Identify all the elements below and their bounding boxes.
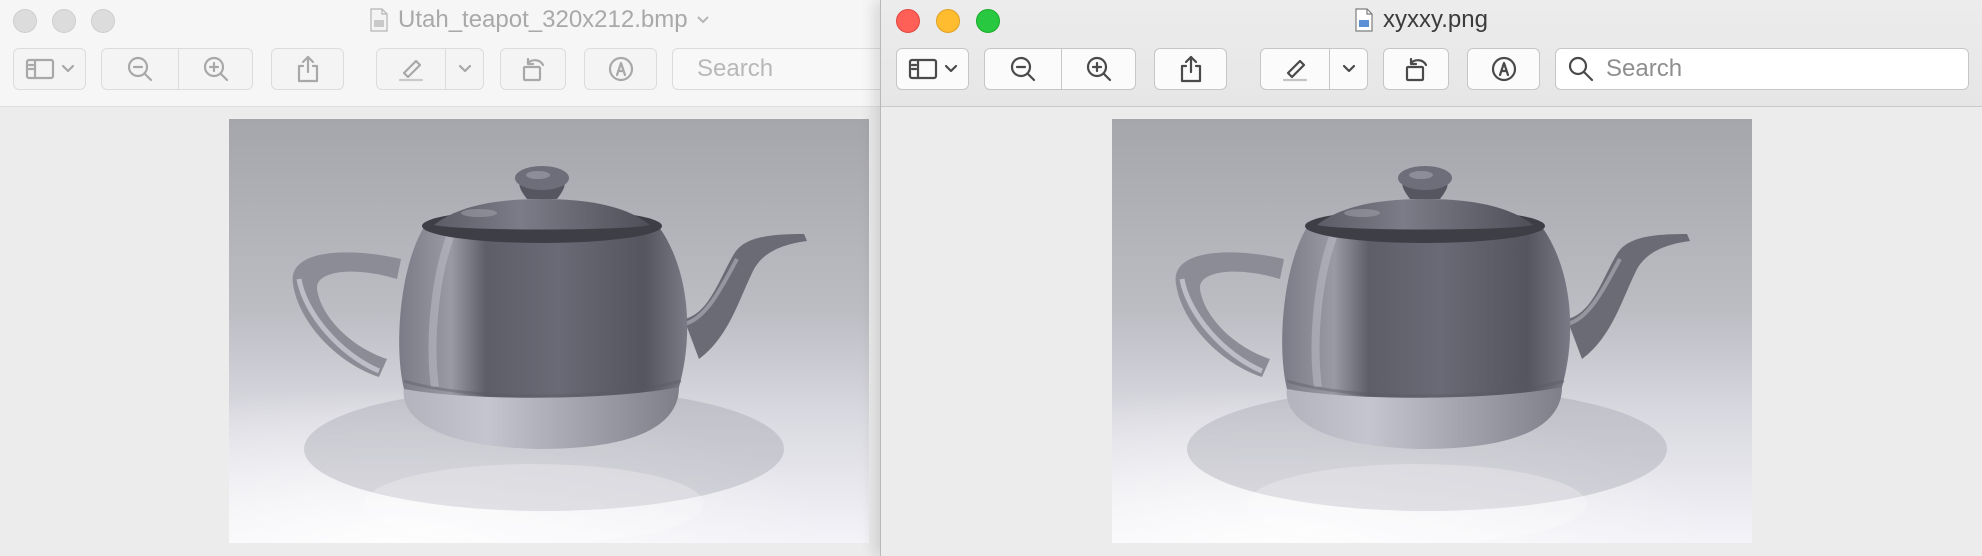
sidebar-button[interactable] [13, 48, 86, 90]
window-title[interactable]: xyxxy.png [1355, 4, 1488, 36]
markup-button[interactable] [584, 48, 657, 90]
preview-window-back[interactable]: Utah_teapot_320x212.bmp [0, 0, 880, 556]
chevron-down-icon [458, 64, 472, 73]
zoom-in-button[interactable] [1061, 49, 1137, 89]
maximize-button[interactable] [976, 9, 1000, 33]
markup-button[interactable] [1467, 48, 1540, 90]
rotate-button[interactable] [500, 48, 566, 90]
search-field[interactable] [1555, 48, 1969, 90]
highlight-icon [1282, 59, 1308, 82]
zoom-control[interactable] [984, 48, 1136, 90]
sidebar-icon [25, 58, 54, 80]
titlebar[interactable]: xyxxy.png [881, 0, 1982, 107]
sidebar-icon [908, 58, 937, 80]
highlight-control[interactable] [1260, 48, 1368, 90]
chevron-down-icon[interactable] [696, 15, 710, 25]
zoom-in-icon [1086, 56, 1112, 82]
document-view[interactable] [881, 107, 1982, 556]
chevron-down-icon [944, 64, 957, 73]
highlight-icon [398, 59, 424, 82]
sidebar-button[interactable] [896, 48, 969, 90]
close-button[interactable] [13, 9, 37, 33]
zoom-out-button[interactable] [102, 49, 178, 89]
close-button[interactable] [896, 9, 920, 33]
maximize-button[interactable] [91, 9, 115, 33]
zoom-control[interactable] [101, 48, 253, 90]
chevron-down-icon [1342, 64, 1356, 73]
highlight-menu-button[interactable] [1329, 49, 1369, 89]
highlight-button[interactable] [377, 49, 445, 89]
search-input[interactable] [695, 54, 880, 84]
share-button[interactable] [271, 48, 344, 90]
search-field[interactable] [672, 48, 880, 90]
window-title-text: xyxxy.png [1383, 6, 1488, 33]
markup-icon [608, 56, 633, 82]
zoom-in-icon [203, 56, 229, 82]
highlight-button[interactable] [1261, 49, 1329, 89]
share-button[interactable] [1154, 48, 1227, 90]
minimize-button[interactable] [936, 9, 960, 33]
search-input[interactable] [1604, 54, 1908, 84]
highlight-control[interactable] [376, 48, 484, 90]
zoom-in-button[interactable] [178, 49, 254, 89]
document-view[interactable] [0, 107, 880, 556]
zoom-out-button[interactable] [985, 49, 1061, 89]
markup-icon [1491, 56, 1516, 82]
document-icon [1355, 8, 1373, 32]
window-title-text: Utah_teapot_320x212.bmp [398, 6, 688, 33]
rotate-button[interactable] [1383, 48, 1449, 90]
search-icon [1568, 56, 1594, 82]
zoom-out-icon [127, 56, 153, 82]
preview-window-front[interactable]: xyxxy.png [880, 0, 1982, 556]
chevron-down-icon [61, 64, 74, 73]
rotate-icon [1405, 57, 1428, 82]
minimize-button[interactable] [52, 9, 76, 33]
share-icon [297, 55, 318, 83]
document-icon [370, 8, 388, 32]
share-icon [1180, 55, 1201, 83]
window-title[interactable]: Utah_teapot_320x212.bmp [370, 4, 710, 36]
highlight-menu-button[interactable] [445, 49, 485, 89]
teapot-image [1112, 119, 1752, 543]
zoom-out-icon [1010, 56, 1036, 82]
teapot-image [229, 119, 869, 543]
rotate-icon [522, 57, 545, 82]
titlebar[interactable]: Utah_teapot_320x212.bmp [0, 0, 880, 107]
